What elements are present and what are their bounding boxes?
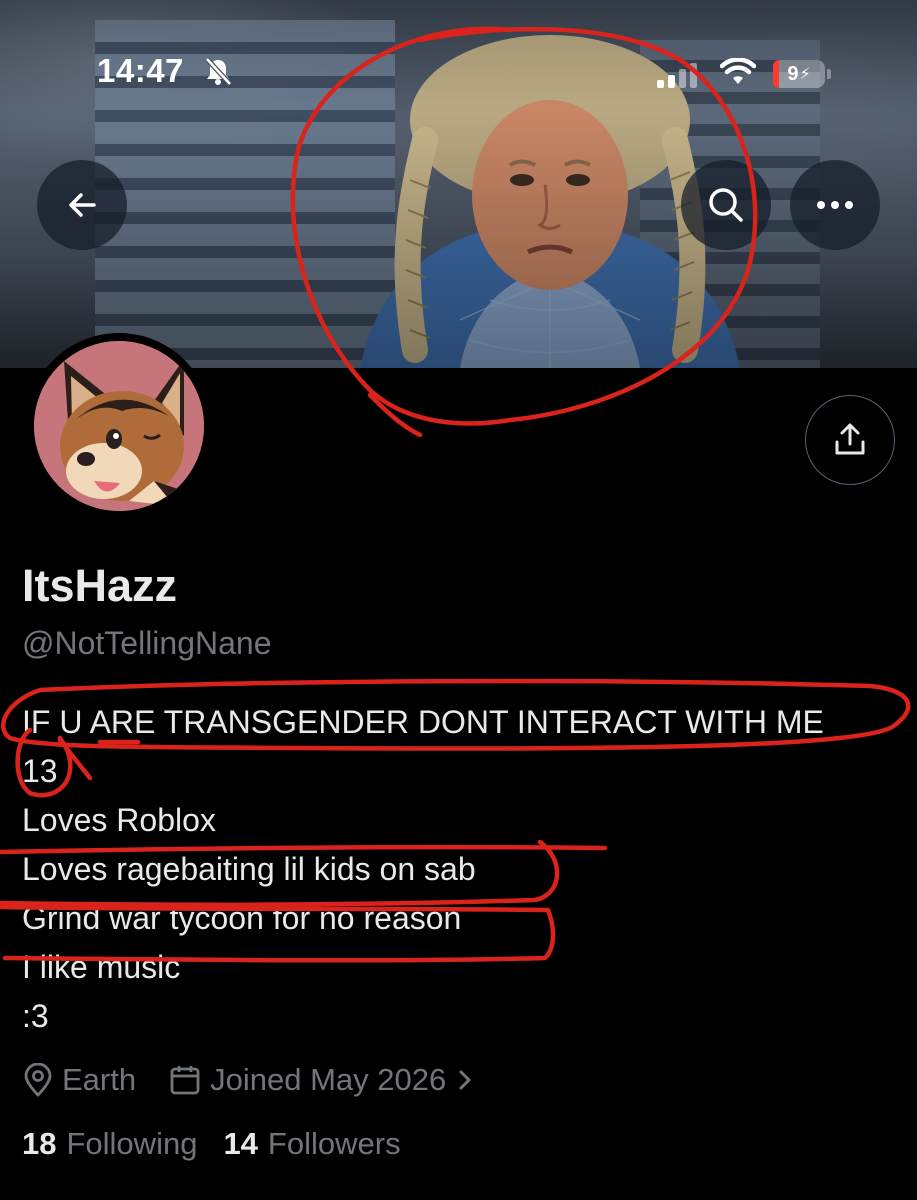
following-link[interactable]: 18 Following xyxy=(22,1126,197,1162)
follow-counts: 18 Following 14 Followers xyxy=(22,1126,427,1162)
bio-line: Grind war tycoon for no reason xyxy=(22,900,462,936)
share-icon xyxy=(835,423,865,455)
search-button[interactable] xyxy=(681,160,771,250)
avatar-image xyxy=(34,341,204,511)
location-pin-icon xyxy=(24,1063,52,1097)
profile-meta: Earth Joined May 2026 xyxy=(22,1058,516,1102)
username-handle: @NotTellingNane xyxy=(22,625,272,661)
cellular-signal-icon xyxy=(657,63,697,88)
chevron-right-icon xyxy=(459,1070,471,1090)
more-horizontal-icon xyxy=(817,201,853,209)
display-name: ItsHazz xyxy=(22,560,178,611)
location-text: Earth xyxy=(62,1062,137,1097)
arrow-left-icon xyxy=(69,193,96,217)
wifi-icon xyxy=(720,58,756,84)
charging-bolt-icon: ⚡ xyxy=(799,66,811,83)
bio-line: Loves Roblox xyxy=(22,802,216,838)
joined-date-item[interactable]: Joined May 2026 xyxy=(168,1062,484,1098)
status-time: 14:47 xyxy=(97,52,184,89)
battery-indicator: 9 ⚡ xyxy=(773,60,831,88)
more-options-button[interactable] xyxy=(790,160,880,250)
share-button[interactable] xyxy=(805,395,895,485)
back-button[interactable] xyxy=(37,160,127,250)
battery-level: 9 xyxy=(787,62,799,85)
profile-banner[interactable]: 14:47 9 ⚡ xyxy=(0,0,917,368)
bio-line: 13 xyxy=(22,753,58,789)
joined-date-text: Joined May 2026 xyxy=(210,1062,447,1097)
bio-line: IF U ARE TRANSGENDER DONT INTERACT WITH … xyxy=(22,704,824,740)
dog-avatar-illustration xyxy=(34,341,204,511)
following-count: 18 xyxy=(22,1126,57,1161)
location-item: Earth xyxy=(22,1062,136,1098)
profile-bio: IF U ARE TRANSGENDER DONT INTERACT WITH … xyxy=(22,698,902,1041)
battery-cap xyxy=(827,69,831,79)
battery-fill xyxy=(773,60,779,88)
silent-bell-icon xyxy=(205,57,232,86)
followers-count: 14 xyxy=(223,1126,258,1161)
bio-line: Loves ragebaiting lil kids on sab xyxy=(22,851,476,887)
following-label: Following xyxy=(66,1126,198,1161)
followers-label: Followers xyxy=(267,1126,401,1161)
bio-line: I like music xyxy=(22,949,181,985)
followers-link[interactable]: 14 Followers xyxy=(223,1126,400,1162)
profile-avatar[interactable] xyxy=(26,333,212,519)
search-icon xyxy=(709,188,743,222)
bio-line: :3 xyxy=(22,998,49,1034)
calendar-icon xyxy=(170,1066,200,1095)
